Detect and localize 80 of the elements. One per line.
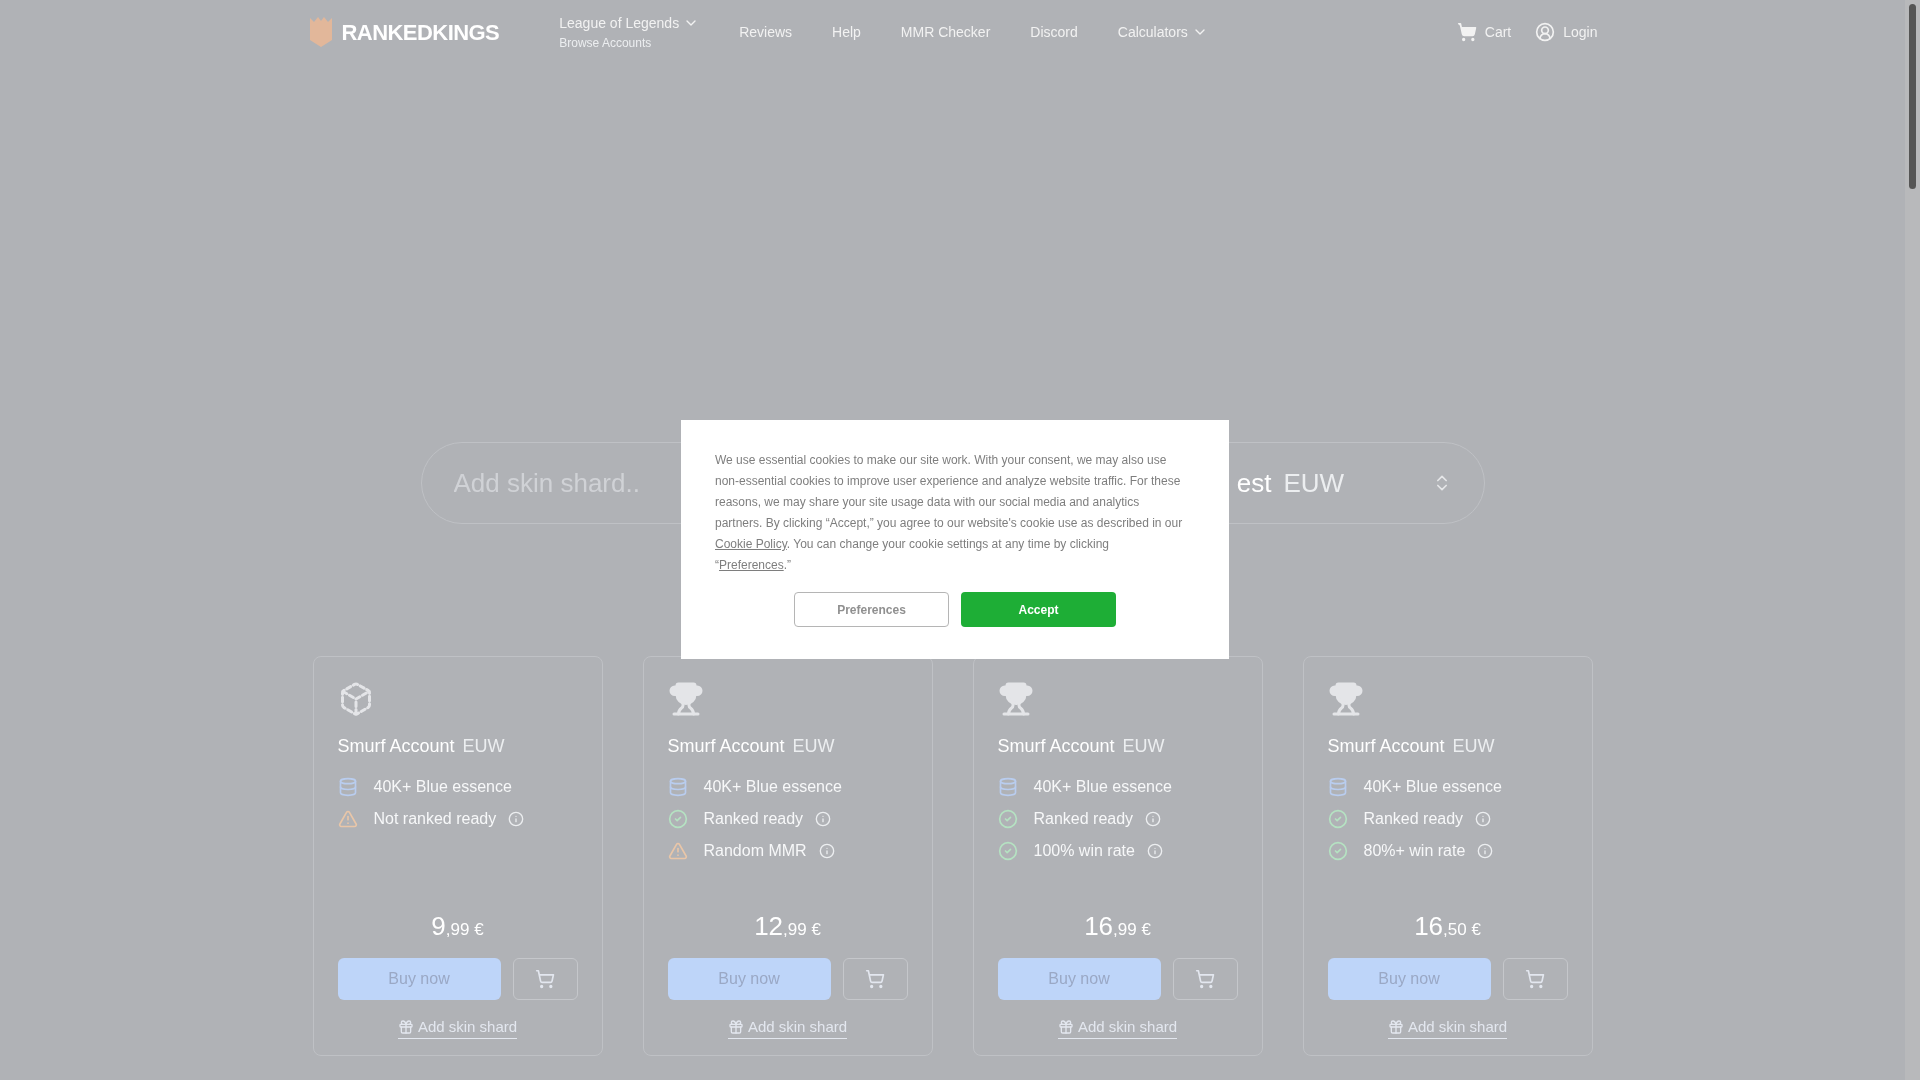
info-icon[interactable]	[508, 811, 525, 827]
region-label: EUW	[792, 735, 835, 758]
accept-button[interactable]: Accept	[961, 592, 1116, 627]
cart-icon	[1525, 968, 1545, 989]
cookie-policy-link[interactable]: Cookie Policy	[715, 537, 787, 551]
gift-icon	[397, 1018, 414, 1035]
region-label: EUW	[1452, 735, 1495, 758]
nav-link[interactable]: Help	[812, 21, 881, 43]
warning-icon	[667, 841, 688, 861]
feature-text: 80%+ win rate	[1363, 841, 1466, 861]
check-icon	[997, 809, 1018, 829]
login-link[interactable]: Login	[1535, 21, 1598, 43]
trophy-icon	[1327, 681, 1364, 717]
trophy-icon	[997, 681, 1034, 717]
feature-text: Ranked ready	[1363, 809, 1464, 829]
check-icon	[1327, 841, 1348, 861]
trophy-icon	[667, 681, 704, 717]
price: 16,50 €	[1414, 909, 1481, 943]
sort-select[interactable]: est	[1236, 463, 1272, 503]
card-title: Smurf Account	[997, 735, 1115, 758]
add-to-cart-button[interactable]	[1502, 957, 1568, 1000]
price: 9,99 €	[431, 909, 484, 943]
card-title: Smurf Account	[667, 735, 785, 758]
check-icon	[667, 809, 688, 829]
nav-link[interactable]: Discord	[1010, 21, 1098, 43]
check-icon	[1327, 809, 1348, 829]
feature-text: Random MMR	[703, 841, 807, 861]
price: 12,99 €	[754, 909, 821, 943]
warning-icon	[337, 809, 358, 829]
cart-icon	[865, 968, 885, 989]
info-icon[interactable]	[1475, 811, 1492, 827]
card-title: Smurf Account	[337, 735, 455, 758]
region-select[interactable]: EUW	[1283, 463, 1432, 503]
gift-icon	[727, 1018, 744, 1035]
add-to-cart-button[interactable]	[512, 957, 578, 1000]
price: 16,99 €	[1084, 909, 1151, 943]
coins-icon	[337, 777, 358, 797]
nav-link[interactable]: Calculators	[1097, 21, 1228, 43]
add-to-cart-button[interactable]	[1172, 957, 1238, 1000]
coins-icon	[1327, 777, 1348, 797]
cart-icon	[1456, 22, 1477, 42]
logo-icon	[307, 16, 334, 48]
feature-text: 100% win rate	[1033, 841, 1135, 861]
cookie-notice: We use essential cookies to make our site work. With your consent, we may also use non-essential cookies to improve user experience and analyze website traffic. For these reasons, we may share your site usage data with our social media and analytics partners. By clicking “Accept,” you agree to our website's cookie use as described in our Cookie Policy. You can change your cookie settings at any time by clicking “Preferences.”	[715, 452, 1184, 574]
info-icon[interactable]	[815, 811, 832, 827]
feature-text: Ranked ready	[703, 809, 804, 829]
info-icon[interactable]	[1477, 843, 1494, 859]
cart-icon	[535, 968, 555, 989]
feature-text: 40K+ Blue essence	[703, 777, 842, 797]
gift-icon	[1387, 1018, 1404, 1035]
feature-text: 40K+ Blue essence	[373, 777, 512, 797]
check-icon	[997, 841, 1018, 861]
logo-text: RANKEDKINGS	[341, 18, 500, 47]
nav-link[interactable]: Reviews	[719, 21, 813, 43]
cart-icon	[1195, 968, 1215, 989]
scrollbar[interactable]	[1905, 0, 1920, 1080]
preferences-button[interactable]: Preferences	[794, 592, 949, 627]
region-label: EUW	[1122, 735, 1165, 758]
add-skin-shard-link[interactable]: Add skin shard	[1057, 1015, 1178, 1039]
feature-text: Ranked ready	[1033, 809, 1134, 829]
add-skin-shard-link[interactable]: Add skin shard	[1387, 1015, 1508, 1039]
cart-link[interactable]: Cart	[1456, 21, 1512, 43]
nav-link[interactable]: MMR Checker	[880, 21, 1011, 43]
preferences-link[interactable]: Preferences	[719, 558, 784, 572]
add-to-cart-button[interactable]	[842, 957, 908, 1000]
coins-icon	[667, 777, 688, 797]
feature-text: 40K+ Blue essence	[1033, 777, 1172, 797]
info-icon[interactable]	[1145, 811, 1162, 827]
user-icon	[1535, 22, 1556, 42]
nav-link[interactable]: League of Legends Browse Accounts	[539, 12, 720, 52]
add-skin-shard-link[interactable]: Add skin shard	[397, 1015, 518, 1039]
region-label: EUW	[462, 735, 505, 758]
add-skin-shard-link[interactable]: Add skin shard	[727, 1015, 848, 1039]
feature-text: Not ranked ready	[373, 809, 497, 829]
info-icon[interactable]	[1146, 843, 1163, 859]
info-icon[interactable]	[818, 843, 835, 859]
gift-icon	[1057, 1018, 1074, 1035]
card-title: Smurf Account	[1327, 735, 1445, 758]
feature-text: 40K+ Blue essence	[1363, 777, 1502, 797]
coins-icon	[997, 777, 1018, 797]
